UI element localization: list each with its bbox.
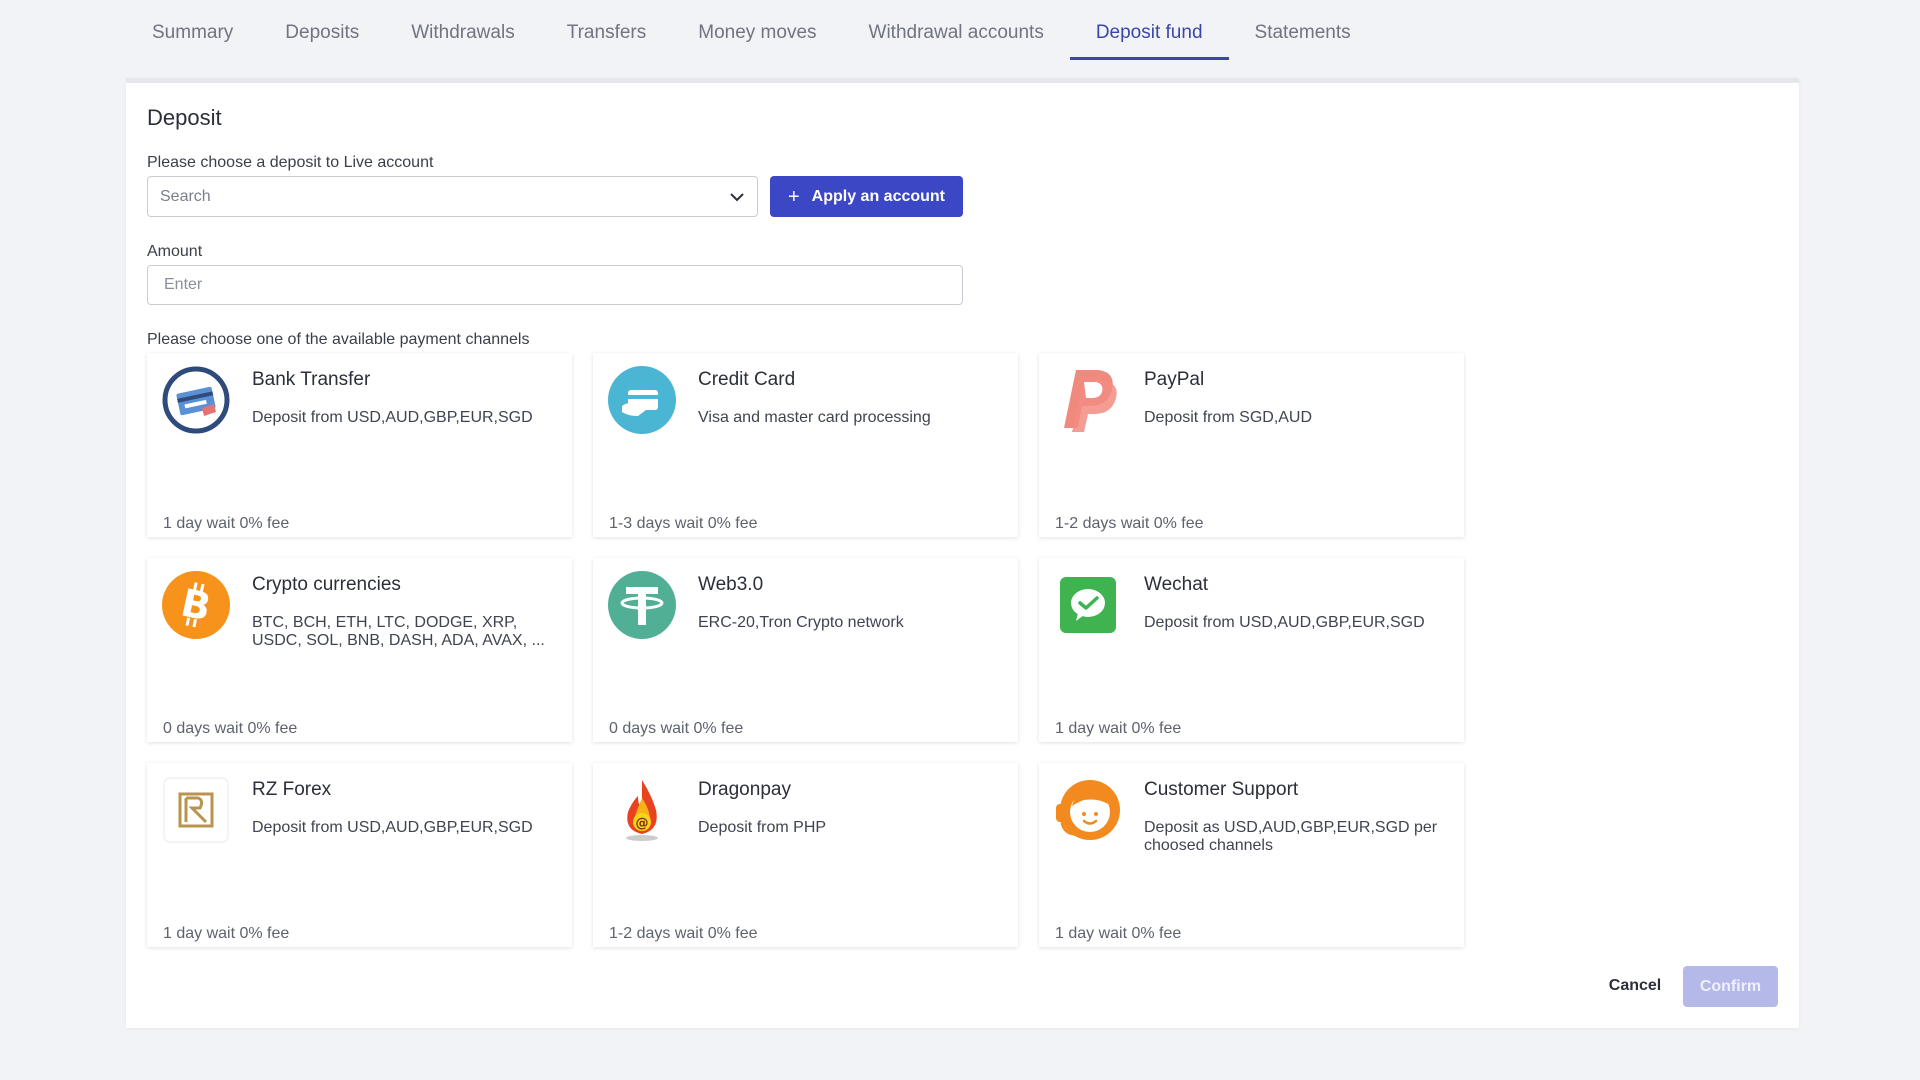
channel-name: Customer Support — [1144, 779, 1299, 800]
channel-wait-fee: 1 day wait 0% fee — [163, 925, 290, 942]
account-search-input[interactable] — [160, 187, 720, 206]
account-label: Please choose a deposit to Live account — [147, 154, 434, 171]
channel-name: Web3.0 — [698, 574, 764, 595]
channel-name: Dragonpay — [698, 779, 791, 800]
channel-bank-transfer[interactable]: Bank Transfer Deposit from USD,AUD,GBP,E… — [147, 353, 572, 537]
channel-wait-fee: 1-3 days wait 0% fee — [609, 515, 758, 532]
bank-transfer-icon — [162, 366, 230, 434]
amount-input[interactable] — [164, 276, 944, 294]
channel-wait-fee: 1 day wait 0% fee — [1055, 925, 1182, 942]
tether-icon — [608, 571, 676, 639]
amount-field-wrapper — [147, 265, 963, 305]
channel-dragonpay[interactable]: @ Dragonpay Deposit from PHP 1-2 days wa… — [593, 763, 1018, 947]
amount-label: Amount — [147, 243, 203, 260]
apply-account-label: Apply an account — [811, 187, 946, 205]
rz-forex-icon — [162, 776, 230, 844]
tab-transfers[interactable]: Transfers — [541, 21, 673, 60]
tab-money-moves[interactable]: Money moves — [672, 21, 842, 60]
paypal-icon — [1054, 366, 1122, 434]
payment-channel-grid: Bank Transfer Deposit from USD,AUD,GBP,E… — [147, 353, 1465, 947]
channel-wait-fee: 0 days wait 0% fee — [609, 720, 744, 737]
tab-statements[interactable]: Statements — [1229, 21, 1377, 60]
channel-name: PayPal — [1144, 369, 1205, 390]
channel-description: Deposit from USD,AUD,GBP,EUR,SGD — [252, 409, 533, 426]
wechat-icon — [1054, 571, 1122, 639]
page-title: Deposit — [147, 105, 222, 130]
channel-description: Deposit from USD,AUD,GBP,EUR,SGD — [252, 819, 533, 836]
channel-paypal[interactable]: PayPal Deposit from SGD,AUD 1-2 days wai… — [1039, 353, 1464, 537]
channel-name: RZ Forex — [252, 779, 332, 800]
channel-wait-fee: 0 days wait 0% fee — [163, 720, 298, 737]
deposit-panel: Deposit Please choose a deposit to Live … — [126, 78, 1799, 1028]
channel-name: Bank Transfer — [252, 369, 371, 390]
channel-description: BTC, BCH, ETH, LTC, DODGE, XRP, USDC, SO… — [252, 614, 545, 649]
tab-deposits[interactable]: Deposits — [259, 21, 385, 60]
confirm-button[interactable]: Confirm — [1683, 966, 1778, 1007]
bitcoin-icon: B — [162, 571, 230, 639]
tab-bar: Summary Deposits Withdrawals Transfers M… — [126, 0, 1377, 60]
apply-account-button[interactable]: + Apply an account — [770, 176, 963, 217]
tab-summary[interactable]: Summary — [126, 21, 259, 60]
channel-description: Deposit from USD,AUD,GBP,EUR,SGD — [1144, 614, 1425, 631]
customer-support-icon — [1054, 776, 1122, 844]
tab-withdrawal-accounts[interactable]: Withdrawal accounts — [843, 21, 1070, 60]
chevron-down-icon[interactable] — [729, 192, 745, 202]
channel-name: Crypto currencies — [252, 574, 401, 595]
channel-description: Visa and master card processing — [698, 409, 931, 426]
credit-card-icon — [608, 366, 676, 434]
channel-description: ERC-20,Tron Crypto network — [698, 614, 904, 631]
svg-text:@: @ — [636, 816, 649, 831]
channel-description: Deposit from PHP — [698, 819, 827, 836]
channel-description: Deposit as USD,AUD,GBP,EUR,SGD per choos… — [1144, 819, 1438, 854]
channels-label: Please choose one of the available payme… — [147, 331, 530, 348]
tab-deposit-fund[interactable]: Deposit fund — [1069, 21, 1229, 60]
channel-description: Deposit from SGD,AUD — [1144, 409, 1313, 426]
channel-wait-fee: 1 day wait 0% fee — [1055, 720, 1182, 737]
account-select[interactable] — [147, 176, 758, 217]
channel-name: Wechat — [1144, 574, 1209, 595]
channel-wait-fee: 1-2 days wait 0% fee — [609, 925, 758, 942]
channel-rz-forex[interactable]: RZ Forex Deposit from USD,AUD,GBP,EUR,SG… — [147, 763, 572, 947]
channel-customer-support[interactable]: Customer Support Deposit as USD,AUD,GBP,… — [1039, 763, 1464, 947]
channel-wait-fee: 1-2 days wait 0% fee — [1055, 515, 1204, 532]
channel-wait-fee: 1 day wait 0% fee — [163, 515, 290, 532]
channel-crypto-currencies[interactable]: B Crypto currencies BTC, BCH, ETH, LTC, … — [147, 558, 572, 742]
cancel-button[interactable]: Cancel — [1590, 966, 1680, 1006]
tab-withdrawals[interactable]: Withdrawals — [385, 21, 540, 60]
channel-wechat[interactable]: Wechat Deposit from USD,AUD,GBP,EUR,SGD … — [1039, 558, 1464, 742]
channel-credit-card[interactable]: Credit Card Visa and master card process… — [593, 353, 1018, 537]
dragonpay-icon: @ — [608, 776, 676, 844]
channel-web3[interactable]: Web3.0 ERC-20,Tron Crypto network 0 days… — [593, 558, 1018, 742]
plus-icon: + — [787, 185, 800, 208]
channel-name: Credit Card — [698, 369, 796, 390]
